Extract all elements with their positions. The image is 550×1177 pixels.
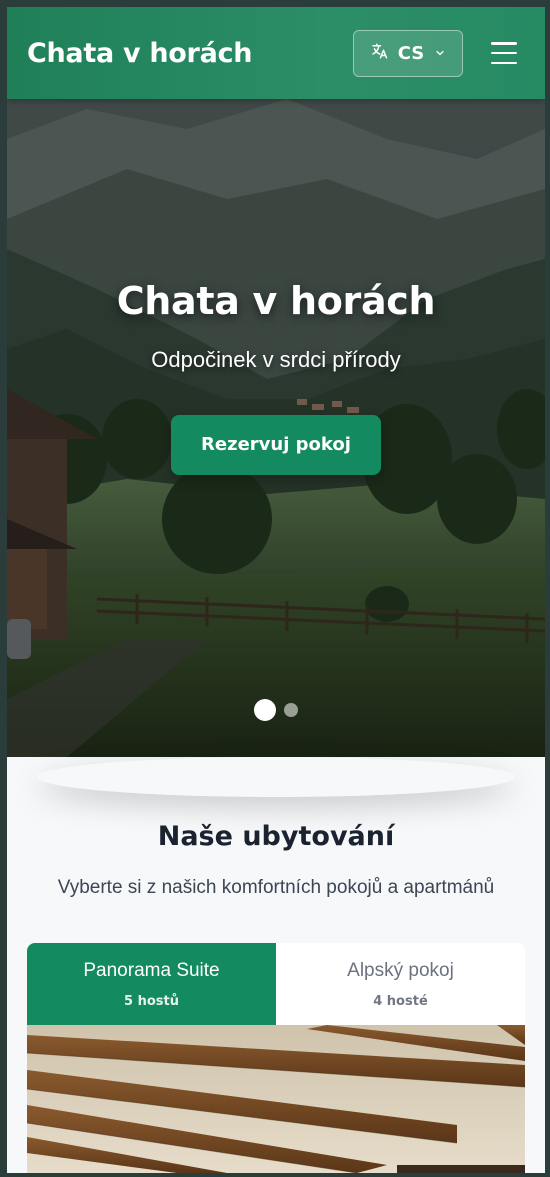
tab-alpsky-pokoj[interactable]: Alpský pokoj 4 hosté [276, 943, 525, 1025]
language-code: CS [397, 42, 425, 64]
accommodation-section: Naše ubytování Vyberte si z našich komfo… [7, 757, 545, 1173]
hero-subtitle: Odpočinek v srdci přírody [151, 347, 401, 372]
section-title: Naše ubytování [157, 821, 395, 852]
app-viewport: Chata v horách CS Chata v horách Odpočin… [7, 7, 545, 1173]
language-selector[interactable]: CS [353, 29, 463, 77]
room-photo [27, 1025, 525, 1173]
site-header: Chata v horách CS [7, 7, 545, 99]
translate-icon [370, 42, 388, 64]
chevron-down-icon [434, 44, 446, 63]
tab-panorama-suite[interactable]: Panorama Suite 5 hostů [27, 943, 276, 1025]
hero-title: Chata v horách [116, 279, 436, 323]
site-brand[interactable]: Chata v horách [27, 38, 353, 69]
tab-label: Panorama Suite [83, 959, 220, 981]
hero-carousel: Chata v horách Odpočinek v srdci přírody… [7, 99, 545, 757]
hero-content: Chata v horách Odpočinek v srdci přírody… [7, 279, 545, 475]
room-tabs: Panorama Suite 5 hostů Alpský pokoj 4 ho… [27, 943, 525, 1025]
tab-guests: 5 hostů [124, 993, 179, 1009]
carousel-dot-1[interactable] [254, 699, 276, 721]
section-subtitle: Vyberte si z našich komfortních pokojů a… [57, 877, 495, 898]
carousel-dot-2[interactable] [284, 703, 298, 717]
reserve-room-button[interactable]: Rezervuj pokoj [171, 415, 381, 475]
tab-label: Alpský pokoj [347, 959, 454, 981]
tab-guests: 4 hosté [373, 993, 428, 1009]
carousel-indicators [7, 699, 545, 721]
hamburger-menu-icon[interactable] [491, 42, 517, 64]
